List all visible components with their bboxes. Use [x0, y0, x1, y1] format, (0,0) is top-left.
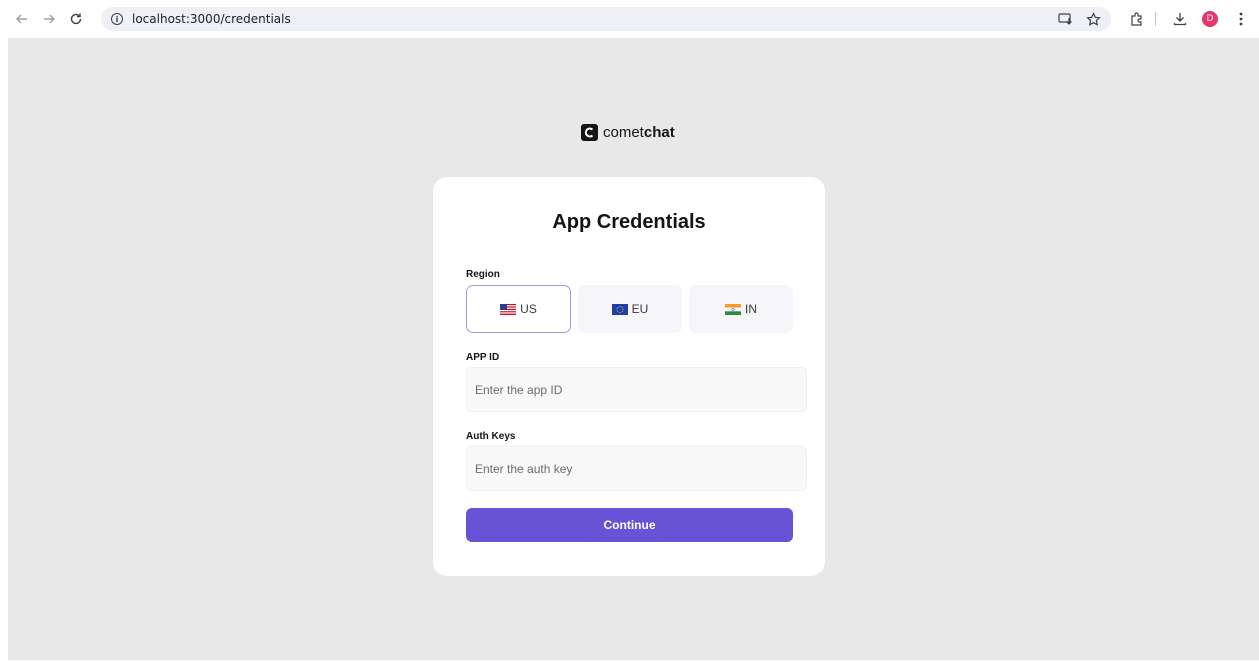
address-bar[interactable]: i localhost:3000/credentials: [101, 7, 1111, 31]
page-title: App Credentials: [552, 211, 706, 233]
auth-key-input[interactable]: [466, 446, 807, 491]
continue-button[interactable]: Continue: [466, 508, 793, 542]
app-id-label: APP ID: [466, 352, 500, 363]
install-app-icon[interactable]: [1057, 11, 1073, 27]
region-label: Region: [466, 269, 500, 280]
region-button-us[interactable]: US: [466, 285, 571, 333]
logo-wordmark: cometchat: [603, 124, 675, 141]
forward-arrow-icon[interactable]: [38, 8, 60, 30]
auth-key-label: Auth Keys: [466, 431, 516, 442]
browser-toolbar: i localhost:3000/credentials D: [0, 0, 1259, 38]
reload-icon[interactable]: [65, 8, 87, 30]
region-code-us: US: [520, 302, 537, 316]
us-flag-icon: [500, 303, 517, 315]
toolbar-divider: [1155, 12, 1156, 26]
download-icon[interactable]: [1170, 9, 1190, 29]
cometchat-logo: cometchat: [581, 124, 675, 141]
eu-flag-icon: [611, 303, 628, 315]
kebab-menu-icon[interactable]: [1231, 9, 1251, 29]
site-info-icon[interactable]: i: [111, 13, 123, 25]
credentials-card: App Credentials Region US EU IN APP ID E…: [433, 177, 825, 576]
page-viewport: cometchat App Credentials Region US EU I…: [8, 38, 1259, 660]
profile-avatar[interactable]: D: [1202, 11, 1218, 27]
in-flag-icon: [725, 303, 741, 315]
region-button-in[interactable]: IN: [689, 285, 793, 333]
logo-text-bold: chat: [643, 124, 675, 141]
back-arrow-icon[interactable]: [11, 8, 33, 30]
logo-text-light: comet: [603, 124, 644, 141]
app-id-input[interactable]: [466, 367, 807, 412]
region-code-eu: EU: [631, 302, 649, 316]
region-code-in: IN: [745, 302, 757, 316]
url-text: localhost:3000/credentials: [132, 12, 291, 26]
region-button-eu[interactable]: EU: [578, 285, 682, 333]
bookmark-star-icon[interactable]: [1085, 11, 1101, 27]
extensions-icon[interactable]: [1127, 9, 1147, 29]
cometchat-logo-icon: [581, 124, 598, 141]
